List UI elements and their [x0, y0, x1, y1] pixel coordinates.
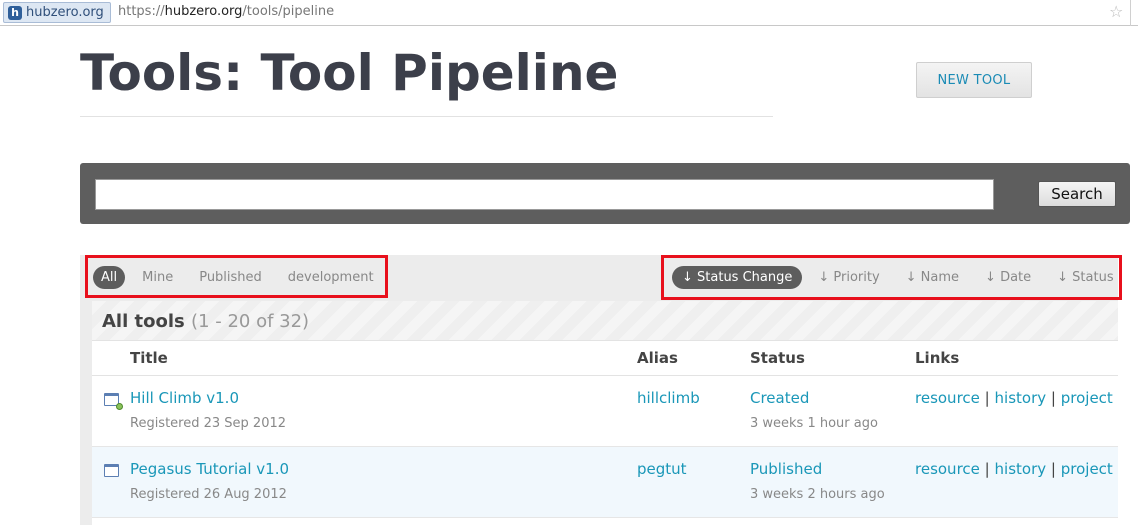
tool-window-icon — [104, 464, 119, 477]
url-prefix: https:// — [118, 4, 165, 19]
column-status[interactable]: Status — [750, 349, 805, 367]
site-label: hubzero.org — [26, 5, 104, 20]
tool-title-link[interactable]: Pegasus Tutorial v1.0 — [130, 460, 289, 478]
tool-links: resource | history | project — [915, 389, 1113, 407]
resource-link[interactable]: resource — [915, 460, 980, 478]
tool-registered-date: Registered 23 Sep 2012 — [130, 416, 287, 431]
project-link[interactable]: project — [1061, 389, 1113, 407]
tool-registered-date: Registered 26 Aug 2012 — [130, 487, 287, 502]
project-link[interactable]: project — [1061, 460, 1113, 478]
url-path: /tools/pipeline — [242, 4, 335, 19]
browser-url-bar[interactable]: h hubzero.org https://hubzero.org/tools/… — [0, 0, 1138, 26]
resource-link[interactable]: resource — [915, 389, 980, 407]
new-tool-window-icon — [104, 393, 123, 410]
hubzero-favicon-icon: h — [8, 5, 22, 20]
tool-status-time: 3 weeks 1 hour ago — [750, 416, 878, 431]
history-link[interactable]: history — [995, 460, 1047, 478]
site-identity-chip[interactable]: h hubzero.org — [3, 2, 111, 23]
tool-status-link[interactable]: Created — [750, 389, 809, 407]
link-separator: | — [984, 389, 990, 407]
table-row: Hill Climb v1.0 Registered 23 Sep 2012 h… — [92, 376, 1118, 447]
title-divider — [80, 116, 773, 117]
tool-title-link[interactable]: Hill Climb v1.0 — [130, 389, 239, 407]
column-title[interactable]: Title — [130, 349, 168, 367]
new-badge-icon — [116, 403, 123, 410]
tool-status-time: 3 weeks 2 hours ago — [750, 487, 885, 502]
link-separator: | — [1050, 460, 1056, 478]
link-separator: | — [984, 460, 990, 478]
url-text[interactable]: https://hubzero.org/tools/pipeline — [118, 4, 334, 19]
tool-links: resource | history | project — [915, 460, 1113, 478]
sort-highlight-box — [661, 255, 1122, 300]
table-header: Title Alias Status Links — [92, 341, 1118, 376]
search-panel: Search — [80, 163, 1130, 224]
table-left-gutter — [80, 301, 92, 525]
search-input[interactable] — [95, 179, 994, 210]
search-button[interactable]: Search — [1038, 181, 1116, 207]
caption-label: All tools — [102, 311, 185, 332]
new-tool-button[interactable]: NEW TOOL — [916, 62, 1032, 98]
tool-alias-link[interactable]: pegtut — [637, 460, 687, 478]
filter-highlight-box — [85, 255, 388, 298]
column-alias[interactable]: Alias — [637, 349, 678, 367]
url-host: hubzero.org — [164, 4, 243, 19]
table-caption-title: All tools (1 - 20 of 32) — [102, 311, 309, 332]
tool-status-link[interactable]: Published — [750, 460, 822, 478]
tools-table: All tools (1 - 20 of 32) Title Alias Sta… — [92, 301, 1118, 525]
link-separator: | — [1050, 389, 1056, 407]
page-title: Tools: Tool Pipeline — [80, 44, 619, 102]
history-link[interactable]: history — [995, 389, 1047, 407]
caption-count: (1 - 20 of 32) — [191, 311, 310, 332]
urlbar-divider — [1130, 0, 1138, 26]
table-row: Pegasus Tutorial v1.0 Registered 26 Aug … — [92, 447, 1118, 518]
tool-alias-link[interactable]: hillclimb — [637, 389, 700, 407]
column-links[interactable]: Links — [915, 349, 959, 367]
table-caption: All tools (1 - 20 of 32) — [92, 301, 1118, 341]
bookmark-star-icon[interactable]: ☆ — [1109, 2, 1123, 21]
